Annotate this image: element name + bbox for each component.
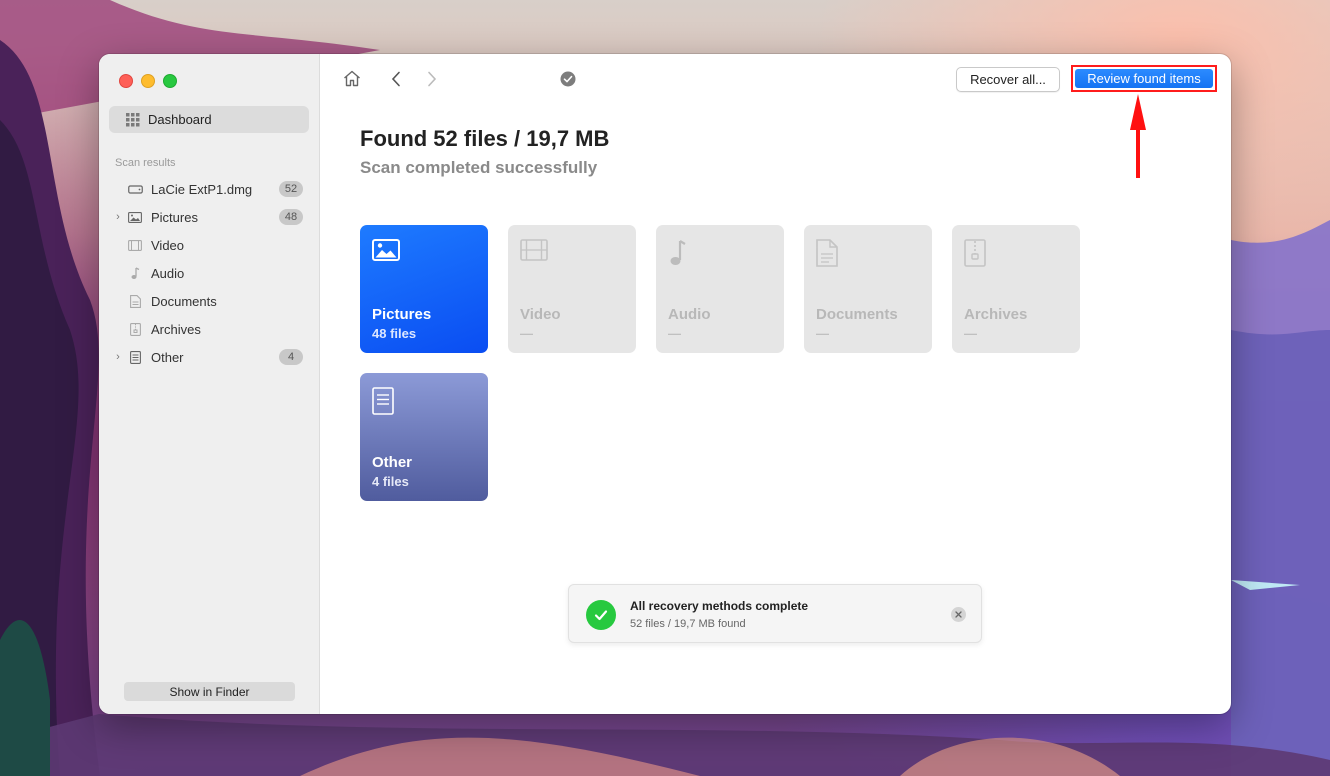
- sidebar-item-archives[interactable]: Archives: [99, 315, 319, 343]
- sidebar-item-label: LaCie ExtP1.dmg: [151, 181, 253, 197]
- tile-count: 4 files: [372, 474, 409, 489]
- sidebar-item-pictures[interactable]: › Pictures 48: [99, 203, 319, 231]
- film-icon: [520, 239, 548, 266]
- page-subtitle: Scan completed successfully: [360, 158, 598, 177]
- annotation-arrow-icon: [1130, 94, 1146, 178]
- tile-count: —: [520, 326, 533, 341]
- sidebar-item-label: Audio: [151, 265, 185, 281]
- section-label-scan-results: Scan results: [115, 157, 176, 169]
- recover-all-button[interactable]: Recover all...: [956, 67, 1060, 92]
- sidebar-item-label: Other: [151, 349, 184, 365]
- archive-icon: [964, 239, 986, 272]
- tile-name: Audio: [668, 306, 711, 323]
- tile-count: —: [816, 326, 829, 341]
- file-icon: [372, 387, 394, 420]
- page-title: Found 52 files / 19,7 MB: [360, 126, 610, 151]
- image-icon: [372, 239, 400, 268]
- review-found-items-button[interactable]: Review found items: [1075, 69, 1213, 88]
- chevron-right-icon[interactable]: ›: [109, 351, 127, 363]
- sidebar-item-label: Video: [151, 237, 185, 253]
- chevron-left-icon[interactable]: [391, 71, 401, 87]
- document-icon: [127, 294, 143, 308]
- tile-audio[interactable]: Audio —: [656, 225, 784, 353]
- sidebar-item-label: Dashboard: [148, 112, 212, 127]
- sidebar-item-label: Archives: [151, 321, 201, 337]
- tile-name: Pictures: [372, 306, 432, 323]
- sidebar-item-lacie[interactable]: LaCie ExtP1.dmg 52: [99, 175, 319, 203]
- image-icon: [127, 211, 143, 223]
- tile-archives[interactable]: Archives —: [952, 225, 1080, 353]
- notification-toast: All recovery methods complete 52 files /…: [568, 584, 982, 643]
- minimize-window-button[interactable]: [141, 74, 155, 88]
- chevron-right-icon[interactable]: ›: [109, 211, 127, 223]
- toast-detail: 52 files / 19,7 MB found: [630, 618, 746, 630]
- sidebar-item-label: Pictures: [151, 209, 198, 225]
- toast-title: All recovery methods complete: [630, 599, 809, 613]
- app-window: Dashboard Scan results LaCie ExtP1.dmg 5…: [99, 54, 1231, 714]
- sidebar-item-documents[interactable]: Documents: [99, 287, 319, 315]
- count-badge: 48: [279, 209, 303, 225]
- sidebar-item-dashboard[interactable]: Dashboard: [109, 106, 309, 133]
- sidebar-item-label: Documents: [151, 293, 217, 309]
- tile-pictures[interactable]: Pictures 48 files: [360, 225, 488, 353]
- grid-icon: [126, 112, 140, 127]
- close-icon[interactable]: [951, 607, 966, 622]
- tile-other[interactable]: Other 4 files: [360, 373, 488, 501]
- document-icon: [816, 239, 838, 272]
- drive-icon: [127, 183, 143, 195]
- tile-count: 48 files: [372, 326, 417, 341]
- checkmark-icon: [586, 600, 616, 630]
- main-content: Recover all... Review found items Found …: [320, 54, 1231, 714]
- sidebar-item-audio[interactable]: Audio: [99, 259, 319, 287]
- tile-count: —: [964, 326, 977, 341]
- tile-name: Archives: [964, 306, 1028, 323]
- tile-documents[interactable]: Documents —: [804, 225, 932, 353]
- close-window-button[interactable]: [119, 74, 133, 88]
- zoom-window-button[interactable]: [163, 74, 177, 88]
- tile-name: Documents: [816, 306, 898, 323]
- music-note-icon: [127, 266, 143, 280]
- window-controls: [119, 74, 177, 88]
- show-in-finder-button[interactable]: Show in Finder: [124, 682, 295, 701]
- count-badge: 52: [279, 181, 303, 197]
- sidebar: Dashboard Scan results LaCie ExtP1.dmg 5…: [99, 54, 320, 714]
- count-badge: 4: [279, 349, 303, 365]
- tile-name: Other: [372, 454, 413, 471]
- sidebar-item-other[interactable]: › Other 4: [99, 343, 319, 371]
- sidebar-item-video[interactable]: Video: [99, 231, 319, 259]
- archive-icon: [127, 322, 143, 336]
- home-icon[interactable]: [343, 70, 361, 87]
- tile-count: —: [668, 326, 681, 341]
- tile-video[interactable]: Video —: [508, 225, 636, 353]
- tile-name: Video: [520, 306, 561, 323]
- checkmark-circle-icon[interactable]: [560, 71, 576, 87]
- file-icon: [127, 350, 143, 364]
- music-note-icon: [668, 239, 688, 272]
- film-icon: [127, 239, 143, 251]
- chevron-right-icon[interactable]: [427, 71, 437, 87]
